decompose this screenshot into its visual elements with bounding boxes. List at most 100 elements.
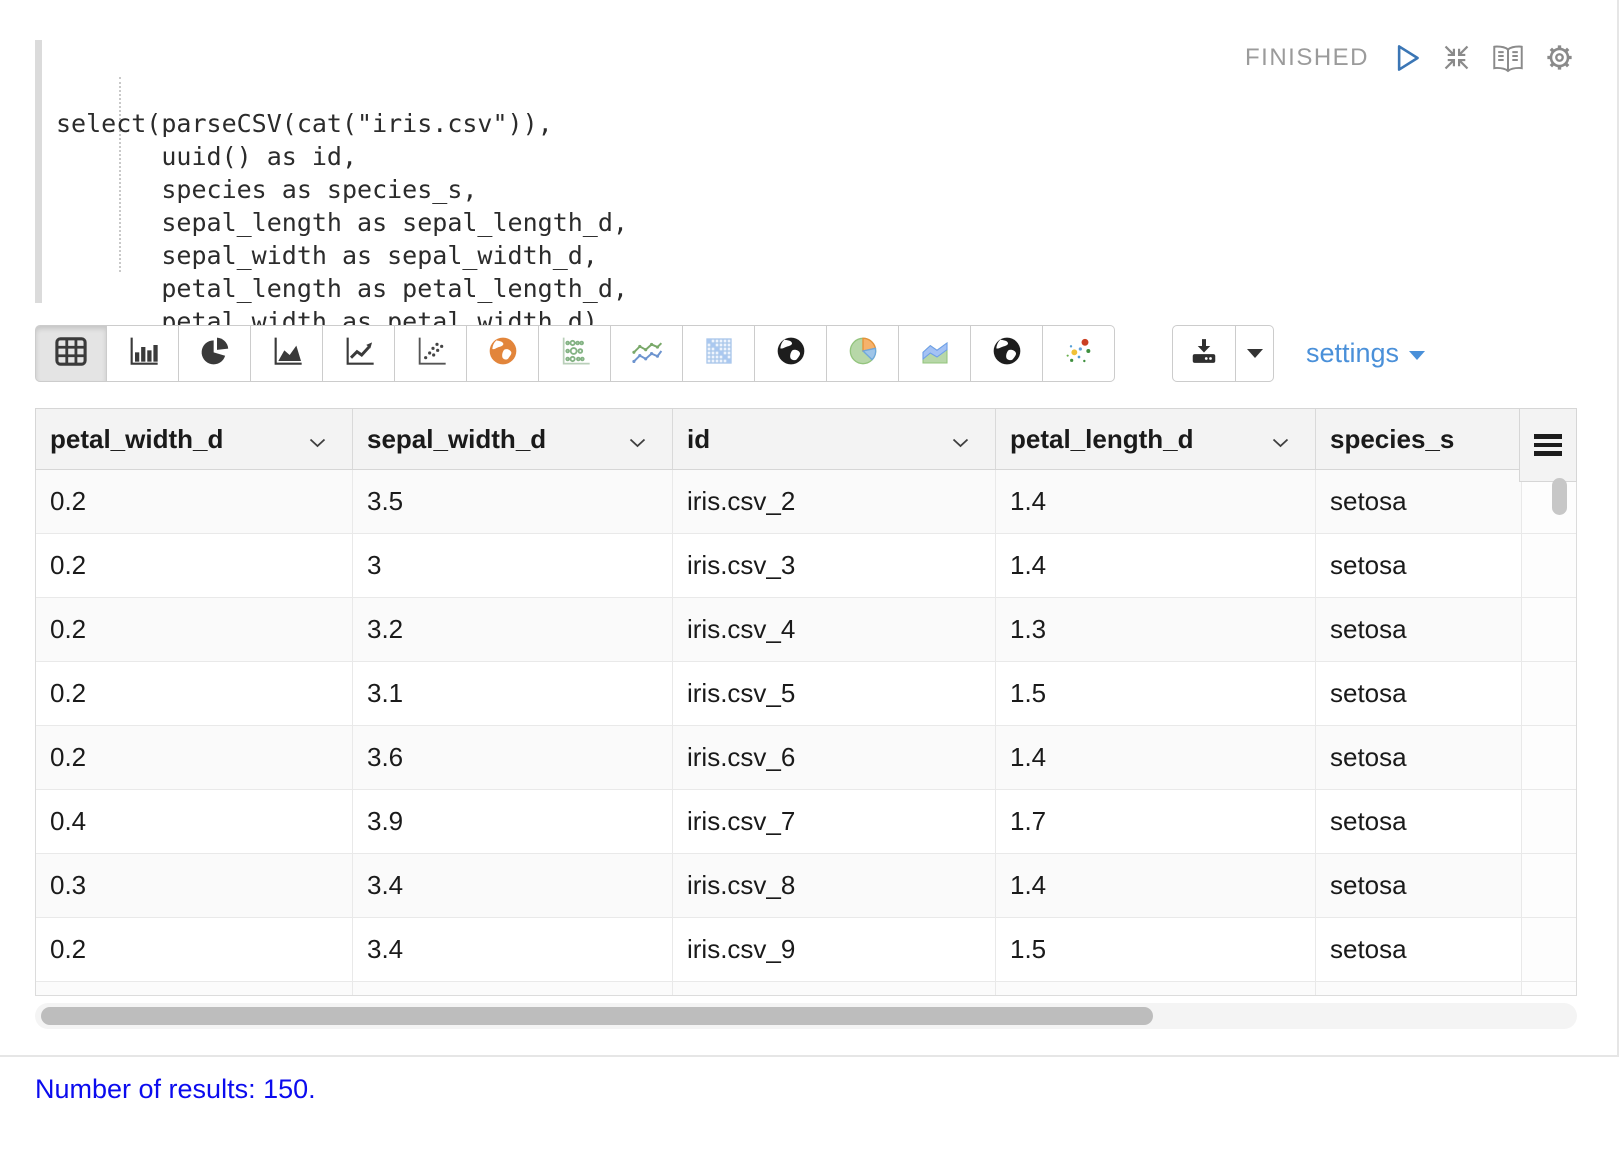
cell-id[interactable]: iris.csv_8 [673, 854, 996, 917]
bubble-chart-button[interactable] [539, 325, 611, 382]
cell-id[interactable]: iris.csv_9 [673, 918, 996, 981]
cell-id[interactable]: iris.csv_7 [673, 790, 996, 853]
cell-petal-length[interactable]: 1.5 [996, 918, 1316, 981]
column-header-label: petal_length_d [1010, 423, 1194, 454]
cell-petal-width[interactable]: 0.3 [36, 854, 353, 917]
cell-petal-width[interactable]: 0.2 [36, 918, 353, 981]
cell-petal-length[interactable]: 1.4 [996, 854, 1316, 917]
cell-species[interactable]: setosa [1316, 790, 1522, 853]
vertical-scrollbar-thumb[interactable] [1552, 478, 1567, 515]
cell-petal-length[interactable]: 1.7 [996, 790, 1316, 853]
code-line[interactable]: species as species_s, [56, 173, 628, 206]
map-globe-orange-button[interactable] [467, 325, 539, 382]
column-header[interactable]: petal_width_d [36, 409, 353, 469]
table-row: 0.4 3.9 iris.csv_7 1.7 setosa [36, 790, 1576, 854]
code-line[interactable]: sepal_width as sepal_width_d, [56, 239, 628, 272]
matrix-chart-icon [703, 335, 735, 372]
cell-petal-width[interactable]: 0.2 [36, 534, 353, 597]
cell-petal-length[interactable]: 1.4 [996, 470, 1316, 533]
download-group [1172, 325, 1274, 382]
cell-petal-length[interactable]: 1.4 [996, 534, 1316, 597]
cell-id[interactable]: iris.csv_5 [673, 662, 996, 725]
scatter-colored-button[interactable] [1043, 325, 1115, 382]
cell-sepal-width[interactable]: 3.4 [353, 854, 673, 917]
play-icon[interactable] [1394, 43, 1422, 73]
chevron-down-icon[interactable] [629, 424, 646, 455]
table-row: 0.2 3 iris.csv_3 1.4 setosa [36, 534, 1576, 598]
pie-chart-button[interactable] [179, 325, 251, 382]
column-header[interactable]: species_s [1316, 409, 1522, 469]
code-line[interactable]: select(parseCSV(cat("iris.csv")), [56, 107, 628, 140]
cell-petal-width[interactable]: 0.2 [36, 726, 353, 789]
cell-sepal-width[interactable]: 3.5 [353, 470, 673, 533]
cell-id[interactable]: iris.csv_4 [673, 598, 996, 661]
table-row: 0.3 3.4 iris.csv_8 1.4 setosa [36, 854, 1576, 918]
cell-petal-width[interactable]: 0.2 [36, 470, 353, 533]
cell-sepal-width[interactable]: 3.1 [353, 662, 673, 725]
cell-sepal-width[interactable]: 3.2 [353, 598, 673, 661]
column-header-label: petal_width_d [50, 423, 224, 454]
cell-sepal-width[interactable]: 3 [353, 534, 673, 597]
table-row: 0.2 3.6 iris.csv_6 1.4 setosa [36, 726, 1576, 790]
shrink-icon[interactable] [1441, 42, 1472, 73]
partial-row [36, 982, 1576, 995]
cell-id[interactable]: iris.csv_2 [673, 470, 996, 533]
download-dropdown-button[interactable] [1236, 325, 1274, 382]
code-line[interactable]: petal_length as petal_length_d, [56, 272, 628, 305]
download-icon [1189, 336, 1219, 371]
cell-sepal-width[interactable]: 3.6 [353, 726, 673, 789]
cell-petal-length[interactable]: 1.3 [996, 598, 1316, 661]
globe-dark-2-icon [991, 335, 1023, 372]
gear-icon[interactable] [1544, 42, 1575, 73]
cell-petal-width[interactable]: 0.2 [36, 662, 353, 725]
column-header-label: id [687, 423, 711, 454]
code-line[interactable]: uuid() as id, [56, 140, 628, 173]
chevron-down-icon[interactable] [952, 424, 969, 455]
bar-chart-button[interactable] [107, 325, 179, 382]
status-badge: FINISHED [1244, 43, 1369, 71]
settings-label: settings [1306, 338, 1400, 368]
table-button[interactable] [35, 325, 107, 382]
area-chart-button[interactable] [251, 325, 323, 382]
cell-species[interactable]: setosa [1316, 598, 1522, 661]
cell-petal-length[interactable]: 1.4 [996, 726, 1316, 789]
chevron-down-icon[interactable] [309, 424, 326, 455]
matrix-chart-button[interactable] [683, 325, 755, 382]
cell-petal-width[interactable]: 0.4 [36, 790, 353, 853]
cell-species[interactable]: setosa [1316, 854, 1522, 917]
cell-species[interactable]: setosa [1316, 470, 1522, 533]
cell-sepal-width[interactable]: 3.4 [353, 918, 673, 981]
chevron-down-icon[interactable] [1272, 424, 1289, 455]
globe-dark-icon [775, 335, 807, 372]
book-icon[interactable] [1491, 43, 1525, 73]
column-header-label: species_s [1330, 423, 1455, 454]
column-header-label: sepal_width_d [367, 423, 547, 454]
table-menu-button[interactable] [1519, 408, 1577, 482]
cell-id[interactable]: iris.csv_6 [673, 726, 996, 789]
area-chart-icon [271, 336, 303, 371]
download-button[interactable] [1172, 325, 1236, 382]
cell-petal-length[interactable]: 1.5 [996, 662, 1316, 725]
cell-species[interactable]: setosa [1316, 918, 1522, 981]
cell-species[interactable]: setosa [1316, 726, 1522, 789]
cell-species[interactable]: setosa [1316, 534, 1522, 597]
column-header[interactable]: sepal_width_d [353, 409, 673, 469]
globe-dark-button[interactable] [755, 325, 827, 382]
settings-link[interactable]: settings [1306, 325, 1426, 382]
cell-petal-width[interactable]: 0.2 [36, 598, 353, 661]
scatter-plot-button[interactable] [395, 325, 467, 382]
code-line[interactable]: sepal_length as sepal_length_d, [56, 206, 628, 239]
cell-id[interactable]: iris.csv_3 [673, 534, 996, 597]
multi-line-chart-button[interactable] [611, 325, 683, 382]
cell-species[interactable]: setosa [1316, 662, 1522, 725]
code-editor[interactable]: select(parseCSV(cat("iris.csv")), uuid()… [35, 40, 1577, 336]
line-chart-button[interactable] [323, 325, 395, 382]
column-header[interactable]: petal_length_d [996, 409, 1316, 469]
column-header[interactable]: id [673, 409, 996, 469]
horizontal-scrollbar-thumb[interactable] [41, 1007, 1153, 1025]
pie-chart-colored-button[interactable] [827, 325, 899, 382]
cell-sepal-width[interactable]: 3.9 [353, 790, 673, 853]
area-chart-colored-button[interactable] [899, 325, 971, 382]
pie-chart-icon [199, 335, 231, 372]
globe-dark-2-button[interactable] [971, 325, 1043, 382]
